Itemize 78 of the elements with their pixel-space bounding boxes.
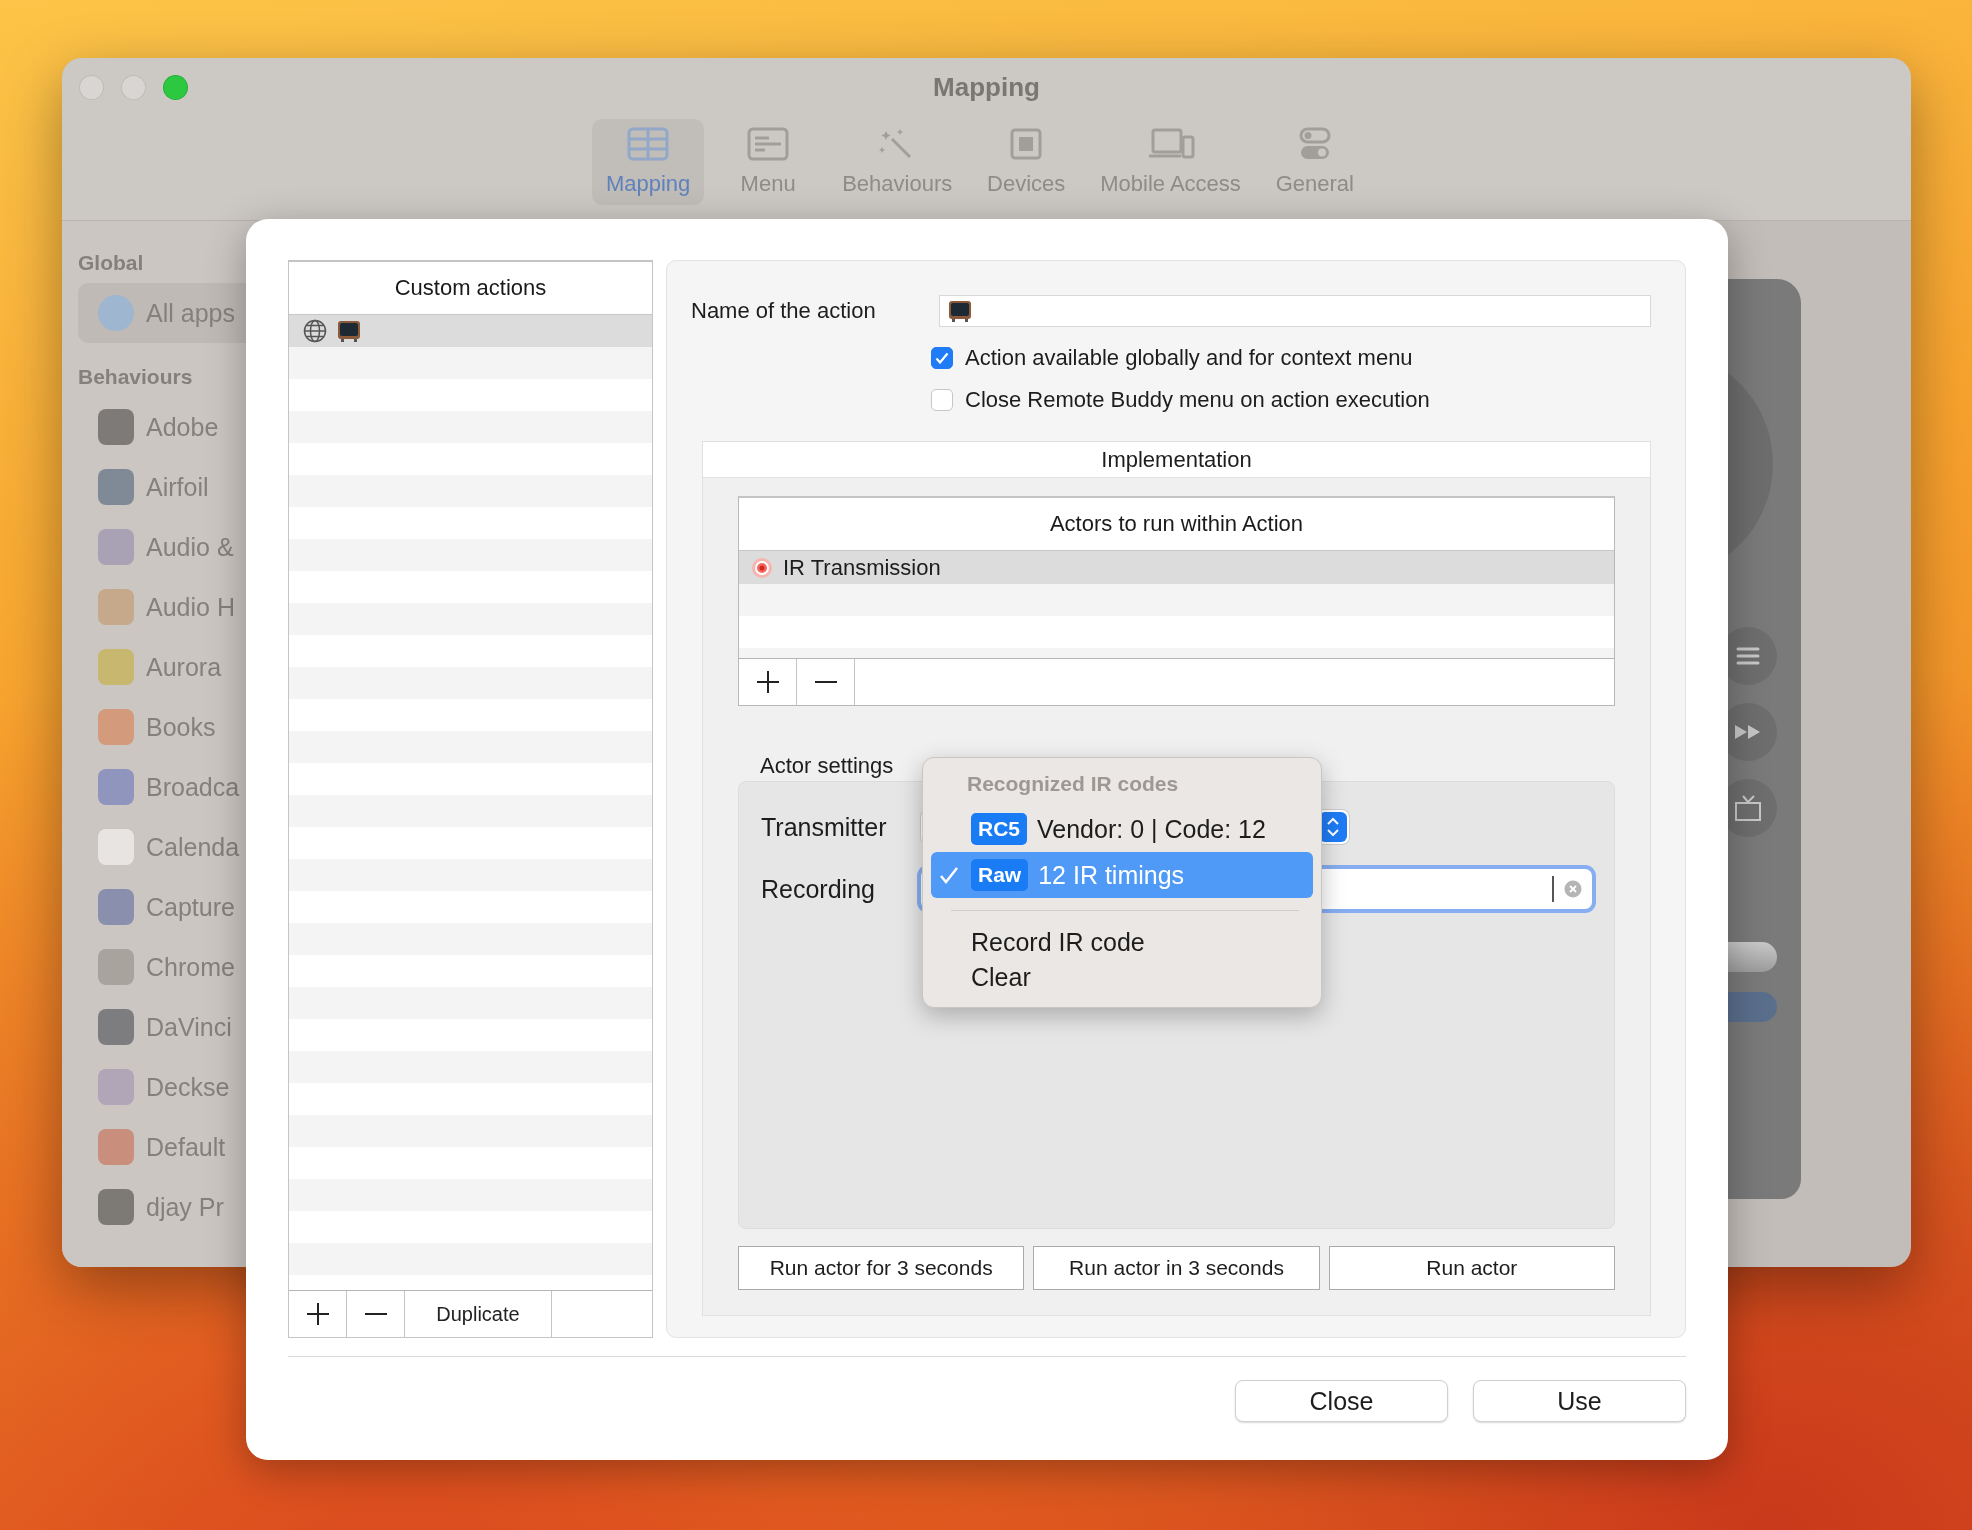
app-icon (98, 1009, 134, 1045)
sidebar-item[interactable]: Chrome (78, 937, 362, 997)
minus-icon (813, 680, 838, 684)
name-field[interactable] (939, 295, 1651, 327)
sidebar-item[interactable]: Adobe (78, 397, 362, 457)
tv-icon (948, 299, 972, 323)
plus-icon (755, 670, 780, 694)
app-icon (98, 409, 134, 445)
app-icon (98, 829, 134, 865)
plus-icon (305, 1302, 330, 1326)
group-title: Implementation (703, 442, 1650, 478)
app-icon (98, 889, 134, 925)
dialog-button[interactable]: Use (1473, 1380, 1686, 1422)
toolbar-tab[interactable]: General (1258, 119, 1371, 205)
menu-icon (1736, 647, 1760, 665)
sidebar-item[interactable]: Audio H (78, 577, 362, 637)
table-row[interactable]: IR Transmission (739, 551, 1614, 584)
sidebar-item[interactable]: Default (78, 1117, 362, 1177)
sidebar-item[interactable]: Deckse (78, 1057, 362, 1117)
up-down-chevron-icon (1326, 816, 1340, 838)
checkbox-label: Action available globally and for context menu (965, 345, 1413, 371)
app-icon (98, 1189, 134, 1225)
sidebar-item[interactable]: Airfoil (78, 457, 362, 517)
menu-item[interactable]: RC5 Vendor: 0 | Code: 12 (931, 806, 1313, 852)
app-icon (98, 529, 134, 565)
toolbar-tab[interactable]: Devices (970, 119, 1083, 205)
field-label: Transmitter (761, 812, 888, 842)
list-row[interactable] (289, 315, 652, 347)
checkbox[interactable] (931, 347, 953, 369)
fast-forward-icon (1734, 724, 1762, 740)
clear-icon (1564, 880, 1582, 898)
app-icon (98, 649, 134, 685)
sidebar-item[interactable]: Books (78, 697, 362, 757)
code-badge: Raw (971, 859, 1029, 891)
menu-header: Recognized IR codes (967, 772, 1179, 797)
menu-item[interactable]: Record IR code (931, 925, 1313, 960)
run-button[interactable]: Run actor for 3 seconds (738, 1246, 1025, 1290)
menu-item[interactable]: Raw 12 IR timings (931, 852, 1313, 898)
app-icon (98, 469, 134, 505)
app-icon (98, 1069, 134, 1105)
app-icon (98, 709, 134, 745)
toolbar-tab[interactable]: Mapping (592, 119, 705, 205)
checkbox-label: Close Remote Buddy menu on action execution (965, 387, 1430, 413)
menu-item[interactable]: Clear (931, 960, 1313, 995)
toolbar-tab[interactable]: Mobile Access (1090, 119, 1251, 205)
sidebar-item[interactable]: Audio & (78, 517, 362, 577)
checkmark-icon (935, 352, 949, 364)
section-header: Global (78, 250, 145, 276)
tv-outline-icon (1734, 794, 1762, 822)
sidebar-item[interactable]: Capture (78, 877, 362, 937)
sidebar-item[interactable]: djay Pr (78, 1177, 362, 1237)
app-icon (98, 589, 134, 625)
run-button[interactable]: Run actor in 3 seconds (1033, 1246, 1320, 1290)
field-label: Recording (761, 874, 876, 904)
code-badge: RC5 (971, 813, 1027, 845)
sidebar-item[interactable]: DaVinci (78, 997, 362, 1057)
run-button[interactable]: Run actor (1328, 1246, 1615, 1290)
section-title: Actor settings (760, 753, 895, 780)
window-title: Mapping (933, 72, 1040, 103)
dialog-button[interactable]: Close (1235, 1380, 1448, 1422)
app-icon (98, 769, 134, 805)
checkbox[interactable] (931, 389, 953, 411)
app-icon (98, 949, 134, 985)
app-icon (98, 1129, 134, 1165)
laptop-phone-icon (1146, 127, 1195, 161)
menu-panel-icon (747, 127, 790, 161)
checkmark-icon (939, 866, 959, 884)
target-icon (751, 556, 773, 579)
toolbar-tab[interactable]: Behaviours (832, 119, 963, 205)
toolbar-tab[interactable]: Menu (712, 119, 825, 205)
minus-icon (363, 1312, 388, 1316)
table-icon (627, 127, 670, 161)
sidebar-item[interactable]: Broadca (78, 757, 362, 817)
sidebar-item[interactable]: Calenda (78, 817, 362, 877)
field-label: Name of the action (691, 298, 876, 324)
section-header: Behaviours (78, 364, 194, 390)
sidebar-item[interactable]: Aurora (78, 637, 362, 697)
tv-icon (337, 319, 361, 343)
